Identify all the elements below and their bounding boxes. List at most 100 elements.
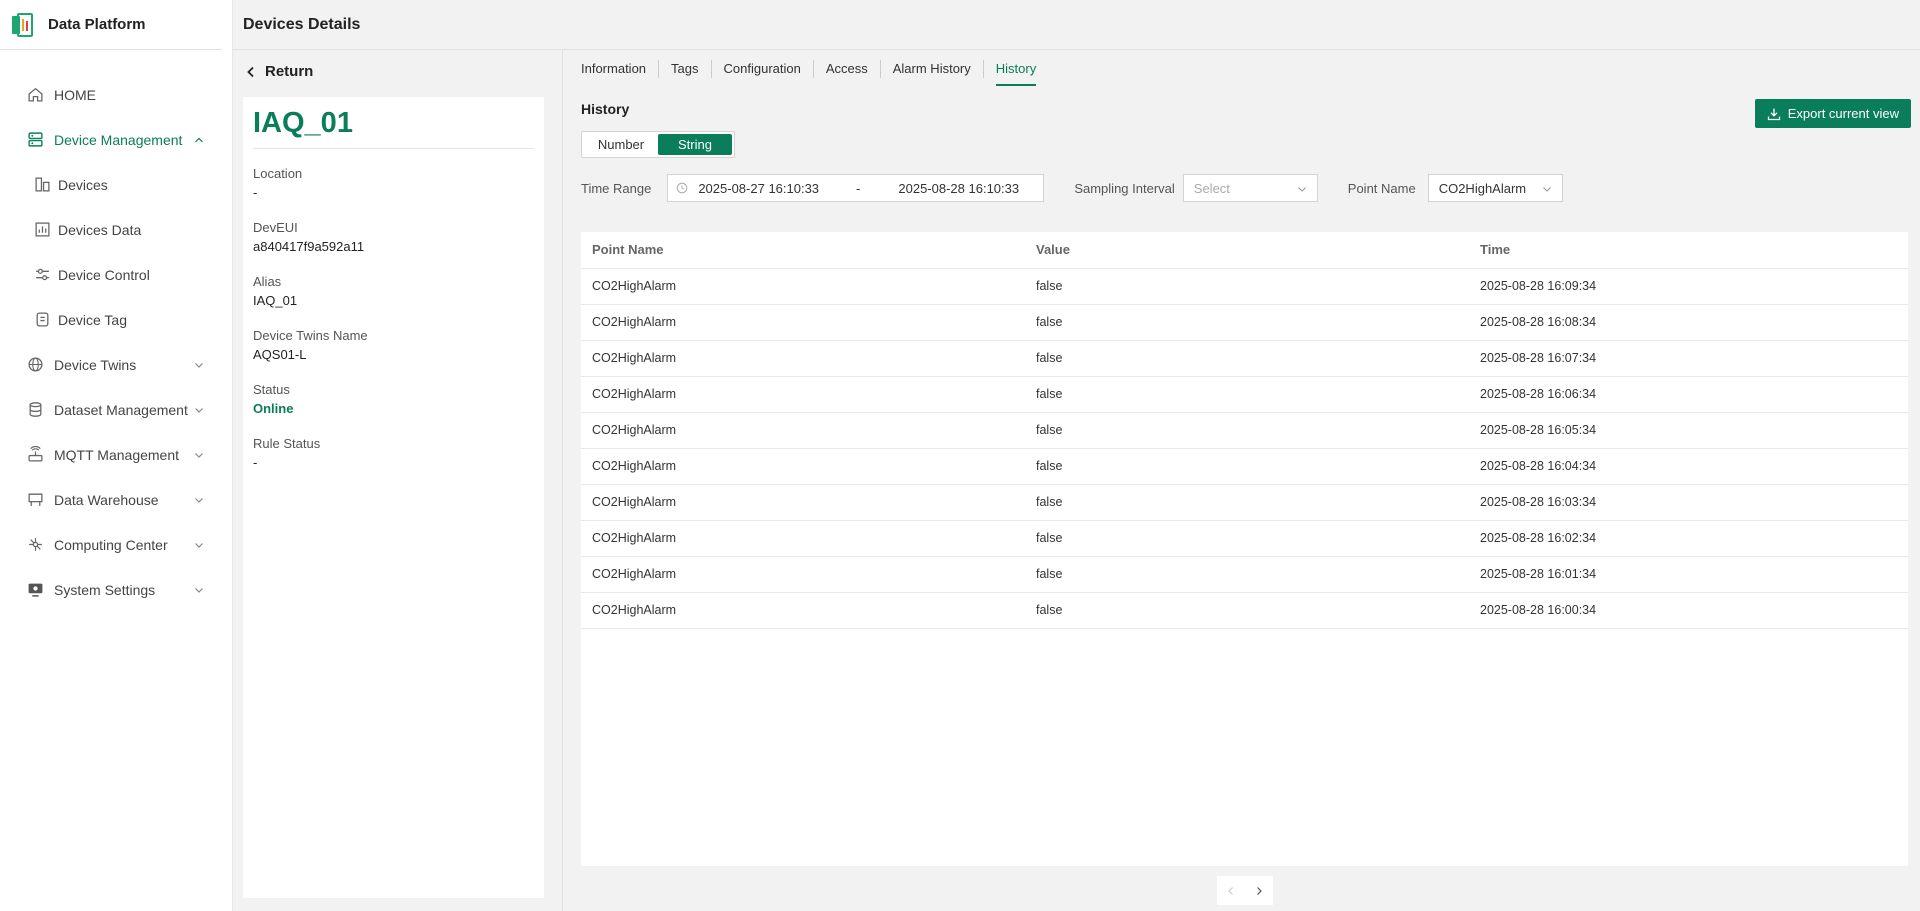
devices-icon bbox=[34, 176, 51, 193]
column-header: Time bbox=[1469, 232, 1908, 269]
cell-point-name: CO2HighAlarm bbox=[581, 376, 1025, 413]
segment-number[interactable]: Number bbox=[584, 134, 658, 155]
field-label: Device Twins Name bbox=[253, 328, 368, 343]
device-details-panel: Return IAQ_01 Location - DevEUI a840417f… bbox=[233, 50, 563, 911]
sidebar-item-device-tag[interactable]: Device Tag bbox=[0, 297, 232, 342]
cell-point-name: CO2HighAlarm bbox=[581, 592, 1025, 629]
table-header-row: Point Name Value Time bbox=[581, 232, 1908, 269]
chevron-down-icon bbox=[194, 450, 204, 460]
export-button[interactable]: Export current view bbox=[1754, 99, 1911, 128]
chevron-down-icon bbox=[194, 495, 204, 505]
tab-access[interactable]: Access bbox=[812, 60, 880, 78]
sidebar-item-devices-data[interactable]: Devices Data bbox=[0, 207, 232, 252]
field-location: Location - bbox=[253, 166, 534, 200]
column-header: Point Name bbox=[581, 232, 1025, 269]
server-icon bbox=[27, 131, 44, 148]
app-title: Data Platform bbox=[48, 16, 146, 33]
chevron-left-icon bbox=[1228, 886, 1233, 895]
point-name-value: CO2HighAlarm bbox=[1438, 180, 1527, 196]
value-type-toggle: Number String bbox=[581, 131, 735, 158]
return-button[interactable]: Return bbox=[245, 63, 313, 80]
router-icon bbox=[27, 446, 44, 463]
field-deveui: DevEUI a840417f9a592a11 bbox=[253, 220, 534, 254]
time-start[interactable]: 2025-08-27 16:10:33 bbox=[698, 181, 819, 196]
status-badge: Online bbox=[253, 401, 294, 416]
tab-alarm-history[interactable]: Alarm History bbox=[879, 60, 983, 78]
sidebar-item-label: HOME bbox=[54, 86, 96, 103]
warehouse-icon bbox=[27, 491, 44, 508]
cell-time: 2025-08-28 16:06:34 bbox=[1469, 376, 1908, 413]
chevron-down-icon bbox=[194, 540, 204, 550]
sampling-placeholder: Select bbox=[1193, 180, 1230, 196]
segment-string[interactable]: String bbox=[658, 134, 732, 155]
sidebar-item-device-control[interactable]: Device Control bbox=[0, 252, 232, 297]
chevron-down-icon bbox=[194, 585, 204, 595]
sidebar-item-device-twins[interactable]: Device Twins bbox=[0, 342, 232, 387]
sidebar-item-label: Devices bbox=[58, 176, 108, 193]
time-range-label: Time Range bbox=[581, 180, 652, 196]
return-label: Return bbox=[265, 63, 314, 80]
time-end[interactable]: 2025-08-28 16:10:33 bbox=[898, 181, 1019, 196]
tab-configuration[interactable]: Configuration bbox=[710, 60, 813, 78]
point-name-select[interactable]: CO2HighAlarm bbox=[1427, 174, 1563, 202]
tab-tags[interactable]: Tags bbox=[658, 60, 710, 78]
table-row: CO2HighAlarm false 2025-08-28 16:03:34 bbox=[581, 484, 1908, 521]
sampling-interval-select[interactable]: Select bbox=[1182, 174, 1318, 202]
field-label: Location bbox=[253, 166, 303, 181]
monitor-settings-icon bbox=[27, 581, 44, 598]
home-icon bbox=[27, 86, 44, 103]
export-label: Export current view bbox=[1787, 106, 1899, 121]
chevron-right-icon bbox=[1257, 886, 1262, 895]
sidebar-item-label: System Settings bbox=[54, 581, 156, 598]
sidebar-item-system-settings[interactable]: System Settings bbox=[0, 567, 232, 612]
table-row: CO2HighAlarm false 2025-08-28 16:07:34 bbox=[581, 340, 1908, 377]
tab-history[interactable]: History bbox=[982, 60, 1048, 86]
range-separator: - bbox=[856, 180, 861, 196]
chevron-left-icon bbox=[247, 66, 254, 77]
time-range-picker[interactable]: 2025-08-27 16:10:33 - 2025-08-28 16:10:3… bbox=[667, 174, 1045, 202]
sidebar-item-dataset-management[interactable]: Dataset Management bbox=[0, 387, 232, 432]
history-main: Information Tags Configuration Access Al… bbox=[563, 50, 1920, 911]
sidebar-item-device-management[interactable]: Device Management bbox=[0, 117, 232, 162]
table-row: CO2HighAlarm false 2025-08-28 16:08:34 bbox=[581, 304, 1908, 341]
sidebar-item-home[interactable]: HOME bbox=[0, 72, 232, 117]
cell-value: false bbox=[1025, 484, 1469, 521]
table-row: CO2HighAlarm false 2025-08-28 16:00:34 bbox=[581, 592, 1908, 629]
cell-value: false bbox=[1025, 304, 1469, 341]
sliders-icon bbox=[34, 266, 51, 283]
tab-information[interactable]: Information bbox=[581, 60, 658, 78]
next-page-button[interactable] bbox=[1252, 884, 1266, 898]
cell-point-name: CO2HighAlarm bbox=[581, 556, 1025, 593]
sidebar-item-mqtt-management[interactable]: MQTT Management bbox=[0, 432, 232, 477]
cell-time: 2025-08-28 16:02:34 bbox=[1469, 520, 1908, 557]
cell-point-name: CO2HighAlarm bbox=[581, 448, 1025, 485]
app-logo-icon bbox=[10, 12, 34, 37]
cell-time: 2025-08-28 16:09:34 bbox=[1469, 268, 1908, 305]
filter-bar: Time Range 2025-08-27 16:10:33 - 2025-08… bbox=[581, 174, 1563, 202]
column-header: Value bbox=[1025, 232, 1469, 269]
sidebar-item-label: MQTT Management bbox=[54, 446, 180, 463]
chevron-down-icon bbox=[194, 405, 204, 415]
field-rule-status: Rule Status - bbox=[253, 436, 534, 470]
globe-icon bbox=[27, 356, 44, 373]
field-value: AQS01-L bbox=[253, 347, 307, 362]
table-row: CO2HighAlarm false 2025-08-28 16:09:34 bbox=[581, 268, 1908, 305]
chevron-down-icon bbox=[194, 360, 204, 370]
sampling-interval-label: Sampling Interval bbox=[1074, 180, 1175, 196]
chevron-up-icon bbox=[194, 135, 204, 145]
sidebar: Data Platform HOME Device Management Dev… bbox=[0, 0, 233, 911]
sidebar-item-devices[interactable]: Devices bbox=[0, 162, 232, 207]
page-title: Devices Details bbox=[243, 15, 361, 33]
sidebar-item-label: Data Warehouse bbox=[54, 491, 159, 508]
prev-page-button[interactable] bbox=[1224, 884, 1238, 898]
history-table: Point Name Value Time CO2HighAlarm false 2… bbox=[581, 232, 1908, 866]
section-title: History bbox=[581, 101, 630, 117]
header: Devices Details bbox=[233, 0, 1920, 50]
pagination bbox=[1217, 876, 1273, 905]
sidebar-item-label: Device Control bbox=[58, 266, 150, 283]
sidebar-item-data-warehouse[interactable]: Data Warehouse bbox=[0, 477, 232, 522]
sidebar-item-computing-center[interactable]: Computing Center bbox=[0, 522, 232, 567]
download-icon bbox=[1767, 108, 1780, 120]
field-status: Status Online bbox=[253, 382, 534, 416]
table-row: CO2HighAlarm false 2025-08-28 16:04:34 bbox=[581, 448, 1908, 485]
